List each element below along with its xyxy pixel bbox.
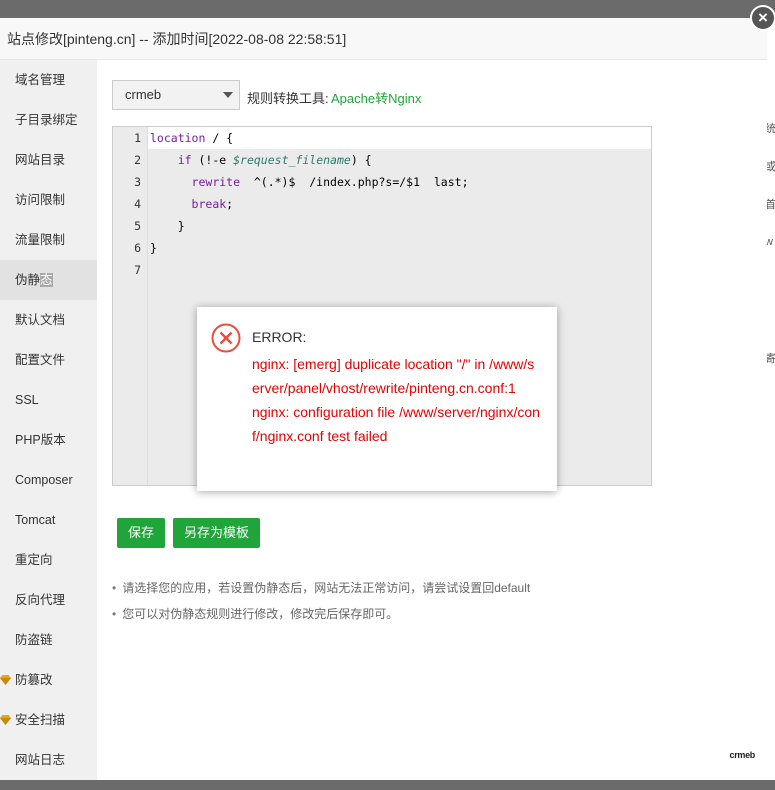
error-message-line: nginx: configuration file /www/server/ng… [252,404,540,444]
sidebar-item-rewrite[interactable]: 伪静态 [0,260,97,300]
sidebar: 域名管理 子目录绑定 网站目录 访问限制 流量限制 伪静态 默认文档 配置文件 … [0,60,97,780]
sidebar-item-label: 流量限制 [15,233,66,247]
sidebar-item-label: 配置文件 [15,353,66,367]
line-number: 6 [134,241,141,255]
sidebar-item-label: 网站日志 [15,753,66,767]
error-title: ERROR: [252,329,307,345]
code-line: } [150,219,185,233]
tip-item: 请选择您的应用，若设置伪静态后，网站无法正常访问，请尝试设置回default [112,575,530,601]
sidebar-item-label: 子目录绑定 [15,113,78,127]
sidebar-item-domain[interactable]: 域名管理 [0,60,97,100]
sidebar-item-label: 反向代理 [15,593,66,607]
sidebar-item-config-file[interactable]: 配置文件 [0,340,97,380]
apache-to-nginx-link[interactable]: Apache转Nginx [331,88,421,107]
sidebar-item-php-version[interactable]: PHP版本 [0,420,97,460]
line-number: 5 [134,219,141,233]
code-line: location / { [148,127,651,149]
code-line: if (!-e $request_filename) { [177,153,372,167]
sidebar-item-label: 网站目录 [15,153,66,167]
crmeb-logo: crmeb [729,750,755,760]
sidebar-item-tamper-proof[interactable]: 防篡改 [0,660,97,700]
sidebar-item-label-highlight: 态 [40,273,53,287]
line-number: 7 [134,263,141,277]
sidebar-item-access-limit[interactable]: 访问限制 [0,180,97,220]
sidebar-item-hotlink-protection[interactable]: 防盗链 [0,620,97,660]
sidebar-item-security-scan[interactable]: 安全扫描 [0,700,97,740]
save-button[interactable]: 保存 [117,518,166,548]
error-message: nginx: [emerg] duplicate location "/" in… [252,352,542,448]
code-line: break; [191,197,234,211]
line-number: 1 [134,131,141,145]
close-button[interactable]: × [750,5,775,31]
sidebar-item-site-directory[interactable]: 网站目录 [0,140,97,180]
line-number-gutter: 1 2 3 4 5 6 7 [113,127,148,485]
sidebar-item-label: 访问限制 [15,193,66,207]
app-template-select[interactable]: crmeb [112,80,240,110]
error-alert: ERROR: nginx: [emerg] duplicate location… [197,307,557,491]
sidebar-item-default-doc[interactable]: 默认文档 [0,300,97,340]
sidebar-item-label: 安全扫描 [15,713,66,727]
sidebar-item-subdirectory[interactable]: 子目录绑定 [0,100,97,140]
sidebar-item-redirect[interactable]: 重定向 [0,540,97,580]
code-line: } [150,241,157,255]
line-number: 3 [134,175,141,189]
sidebar-item-label: SSL [15,393,39,407]
sidebar-item-label: 域名管理 [15,73,66,87]
sidebar-item-label: Tomcat [15,513,56,527]
sidebar-item-label: Composer [15,473,73,487]
error-message-line: nginx: [emerg] duplicate location "/" in… [252,356,535,396]
sidebar-item-site-log[interactable]: 网站日志 [0,740,97,780]
save-as-template-button[interactable]: 另存为模板 [173,518,261,548]
tip-item: 您可以对伪静态规则进行修改，修改完后保存即可。 [112,601,530,627]
gem-icon [0,715,11,725]
rule-convert-label: 规则转换工具: [247,91,329,106]
sidebar-item-label: 防盗链 [15,633,53,647]
chevron-down-icon [223,92,233,98]
sidebar-item-reverse-proxy[interactable]: 反向代理 [0,580,97,620]
sidebar-item-label: 防篡改 [15,673,53,687]
sidebar-item-label: PHP版本 [15,433,66,447]
line-number: 4 [134,197,141,211]
sidebar-item-label: 伪静 [15,273,41,287]
sidebar-item-label: 重定向 [15,553,53,567]
sidebar-item-traffic-limit[interactable]: 流量限制 [0,220,97,260]
sidebar-item-ssl[interactable]: SSL [0,380,97,420]
sidebar-item-label: 默认文档 [15,313,66,327]
error-circle-x-icon [211,323,241,353]
tips-list: 请选择您的应用，若设置伪静态后，网站无法正常访问，请尝试设置回default 您… [112,575,530,627]
line-number: 2 [134,153,141,167]
code-line: rewrite ^(.*)$ /index.php?s=/$1 last; [191,175,469,189]
select-value: crmeb [125,87,162,102]
gem-icon [0,675,11,685]
dialog-title: 站点修改[pinteng.cn] -- 添加时间[2022-08-08 22:5… [0,18,767,60]
sidebar-item-composer[interactable]: Composer [0,460,97,500]
sidebar-item-tomcat[interactable]: Tomcat [0,500,97,540]
